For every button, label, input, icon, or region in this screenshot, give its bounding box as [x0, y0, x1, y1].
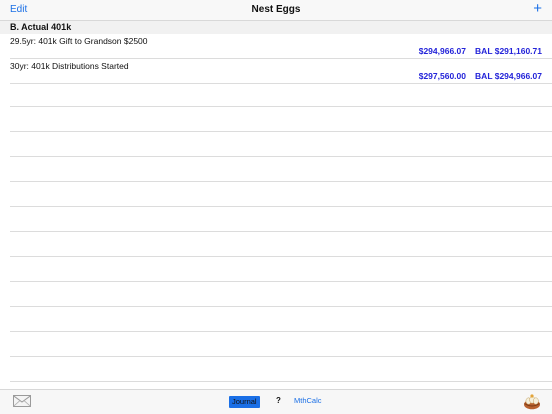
- empty-row: [10, 332, 552, 357]
- mail-icon[interactable]: [13, 395, 31, 407]
- nest-egg-icon[interactable]: [523, 393, 541, 410]
- entry-balance: BAL $291,160.71: [475, 46, 542, 56]
- empty-row: [10, 107, 552, 132]
- empty-row: [10, 82, 552, 107]
- entry-title: 30yr: 401k Distributions Started: [10, 61, 129, 71]
- journal-list: 29.5yr: 401k Gift to Grandson $2500 $294…: [0, 34, 552, 84]
- empty-row: [10, 207, 552, 232]
- empty-row: [10, 307, 552, 332]
- empty-row: [10, 182, 552, 207]
- entry-balance: BAL $294,966.07: [475, 71, 542, 81]
- entry-amount: $294,966.07: [418, 46, 466, 56]
- list-item[interactable]: 30yr: 401k Distributions Started $297,56…: [10, 59, 552, 84]
- empty-row: [10, 282, 552, 307]
- empty-row: [10, 132, 552, 157]
- empty-row: [10, 232, 552, 257]
- section-title: B. Actual 401k: [10, 22, 72, 32]
- nest-eggs-screen: Edit Nest Eggs + B. Actual 401k 29.5yr: …: [0, 0, 552, 414]
- page-title: Nest Eggs: [251, 4, 301, 15]
- help-button[interactable]: ?: [276, 396, 281, 405]
- list-item[interactable]: 29.5yr: 401k Gift to Grandson $2500 $294…: [10, 34, 552, 59]
- empty-list-area: [10, 82, 552, 382]
- add-button[interactable]: +: [533, 0, 542, 18]
- navigation-bar: Edit Nest Eggs +: [0, 0, 552, 21]
- section-header: B. Actual 401k: [0, 21, 552, 34]
- edit-button[interactable]: Edit: [10, 4, 27, 15]
- entry-title: 29.5yr: 401k Gift to Grandson $2500: [10, 36, 148, 46]
- mthcalc-button[interactable]: MthCalc: [294, 396, 322, 405]
- bottom-toolbar: Journal ? MthCalc: [0, 389, 552, 414]
- empty-row: [10, 157, 552, 182]
- entry-amount: $297,560.00: [418, 71, 466, 81]
- empty-row: [10, 357, 552, 382]
- journal-button[interactable]: Journal: [229, 396, 260, 408]
- empty-row: [10, 257, 552, 282]
